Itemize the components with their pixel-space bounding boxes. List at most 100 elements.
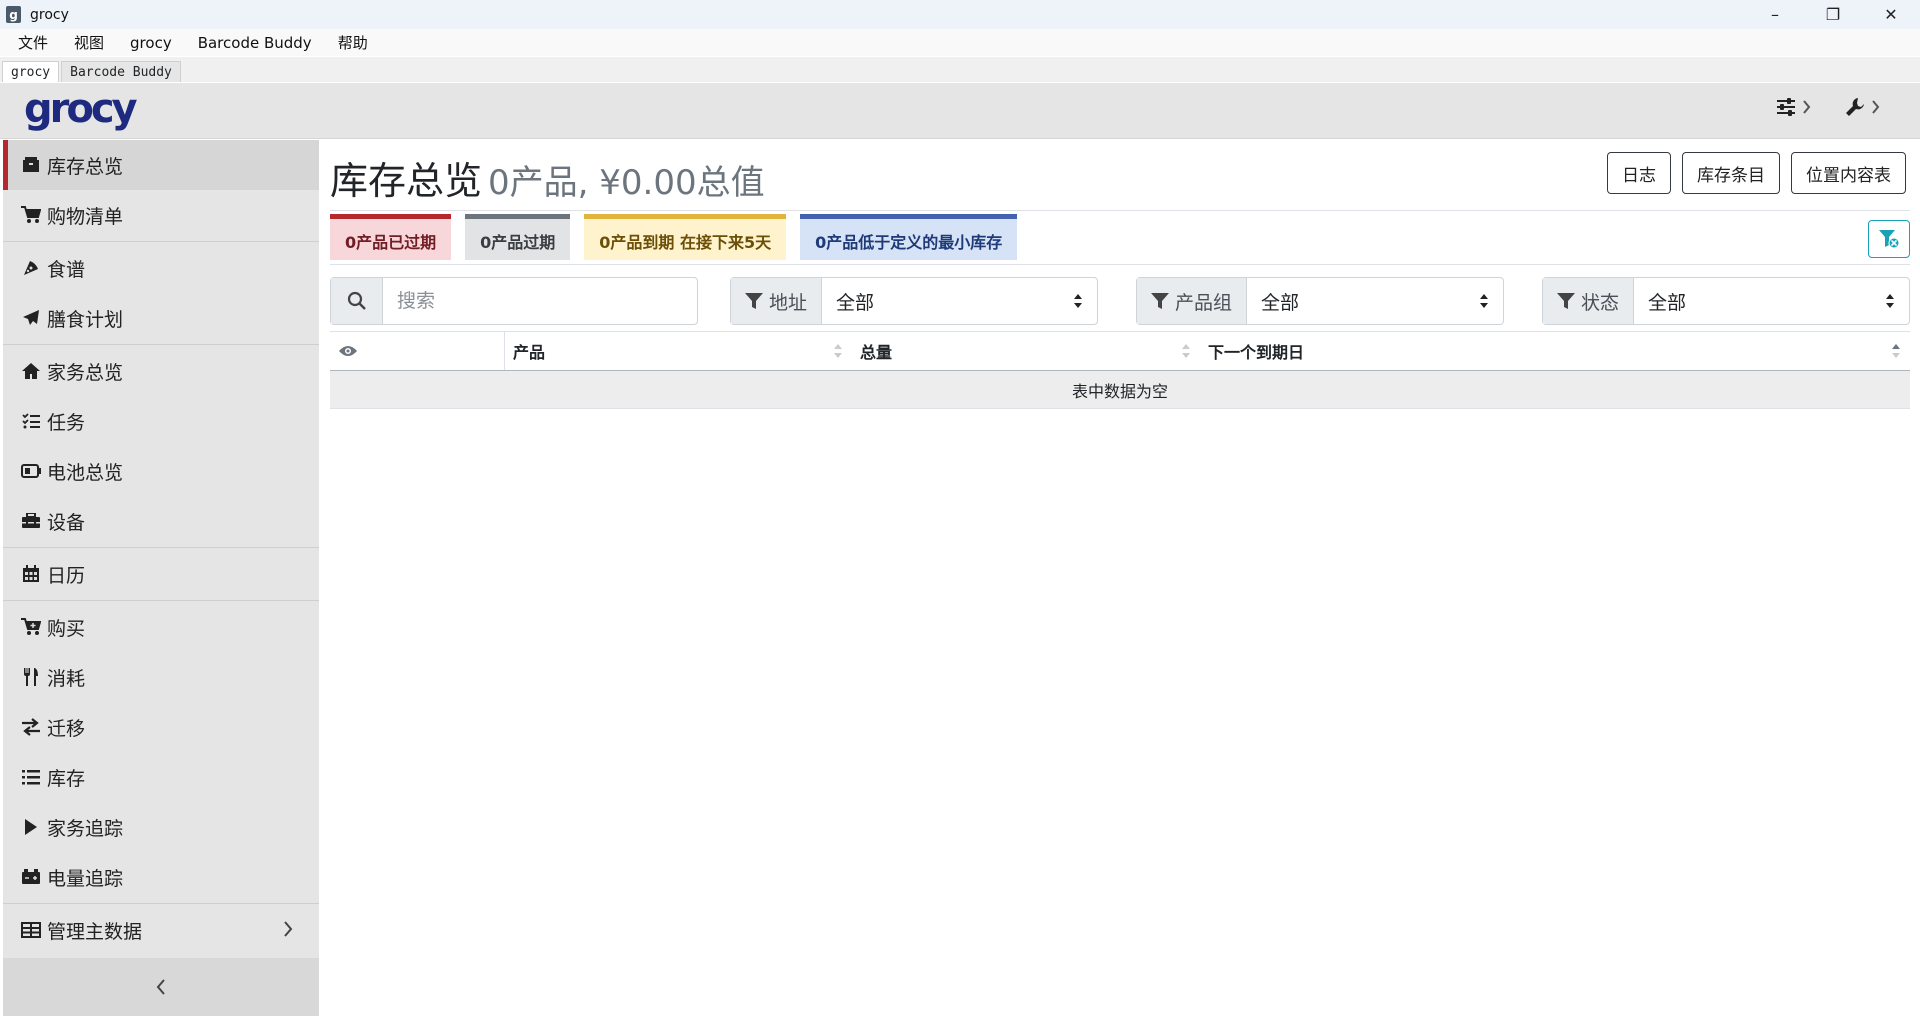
sidebar-item-meal-plan[interactable]: 膳食计划 [3,293,319,343]
stock-table: 产品 总量 下一个到期日 表中数据为空 [330,331,1910,409]
status-filter-select[interactable]: 全部 [1634,278,1909,324]
sidebar-item-shopping-list[interactable]: 购物清单 [3,190,319,240]
app-icon: g [6,6,21,23]
product-group-filter-select[interactable]: 全部 [1247,278,1503,324]
sliders-icon [1776,98,1796,116]
paper-plane-icon [19,309,43,327]
search-group [330,277,698,325]
sidebar-item-recipes[interactable]: 食谱 [3,243,319,293]
search-icon [331,278,383,324]
chevron-right-icon [1871,100,1880,114]
close-button[interactable]: ✕ [1862,0,1920,29]
battery-icon [19,464,43,478]
location-filter-select[interactable]: 全部 [822,278,1097,324]
menu-view[interactable]: 视图 [64,32,114,53]
window-title: grocy [30,6,69,23]
sidebar-item-chore-tracking[interactable]: 家务追踪 [3,802,319,852]
expired-filter-badge[interactable]: 0产品已过期 [330,214,452,260]
column-header-label: 下一个到期日 [1208,343,1305,362]
tab-grocy[interactable]: grocy [2,61,60,82]
maximize-button[interactable]: ❐ [1804,0,1862,29]
location-filter-value: 全部 [836,291,875,314]
utensils-icon [19,668,43,686]
sidebar-item-batteries-overview[interactable]: 电池总览 [3,446,319,496]
product-group-filter-value: 全部 [1261,291,1300,314]
table-header: 产品 总量 下一个到期日 [330,331,1910,371]
column-header-product[interactable]: 产品 [504,332,852,370]
filter-bar: 地址 全部 产品组 全部 状态 全部 [330,277,1910,325]
sidebar-item-inventory[interactable]: 库存 [3,752,319,802]
menu-grocy[interactable]: grocy [120,34,182,52]
clear-filter-button[interactable] [1868,220,1910,258]
status-filter-text: 状态 [1581,291,1620,314]
menubar: 文件 视图 grocy Barcode Buddy 帮助 [0,29,1920,56]
app-tabs: grocy Barcode Buddy [0,57,1920,82]
sidebar-item-label: 任务 [47,411,86,434]
sidebar-item-chores-overview[interactable]: 家务总览 [3,346,319,396]
location-filter: 地址 全部 [730,277,1098,325]
column-header-next-due-date[interactable]: 下一个到期日 [1200,332,1910,370]
empty-table-message: 表中数据为空 [1071,381,1168,401]
sort-icon [1182,343,1190,359]
sidebar-item-label: 管理主数据 [47,920,143,943]
calendar-icon [19,565,43,583]
main-content: 库存总览 0产品, ¥0.00总值 日志 库存条目 位置内容表 0产品已过期 0产… [320,140,1920,1016]
sidebar: 库存总览 购物清单 食谱 膳食计划 家务总览 任务 电池总览 设备 日历 购买 [3,140,319,1016]
status-filter: 状态 全部 [1542,277,1910,325]
play-icon [19,819,43,835]
divider [330,264,1910,265]
status-filter-value: 全部 [1648,291,1687,314]
search-input[interactable] [383,278,697,324]
stock-entries-button[interactable]: 库存条目 [1682,152,1780,194]
status-filter-label: 状态 [1543,278,1635,324]
location-content-sheet-button[interactable]: 位置内容表 [1791,152,1906,194]
overdue-filter-badge[interactable]: 0产品过期 [465,214,571,260]
chevron-right-icon [1802,100,1811,114]
wrench-icon [1845,97,1865,117]
eye-icon [338,344,358,358]
sidebar-item-purchase[interactable]: 购买 [3,602,319,652]
table-empty-row: 表中数据为空 [330,371,1910,409]
sidebar-item-transfer[interactable]: 迁移 [3,702,319,752]
below-min-stock-filter-badge[interactable]: 0产品低于定义的最小库存 [800,214,1018,260]
column-header-amount[interactable]: 总量 [852,332,1200,370]
tab-barcode-buddy[interactable]: Barcode Buddy [61,61,181,82]
sort-ascending-icon [1892,343,1900,359]
filter-icon [745,292,763,310]
settings-dropdown[interactable] [1776,98,1811,116]
sort-icon [834,343,842,359]
table-icon [19,922,43,938]
sidebar-item-label: 家务追踪 [47,817,124,840]
page-subtitle: 0产品, ¥0.00总值 [488,163,765,203]
column-visibility-toggle[interactable] [330,332,504,370]
grocy-logo[interactable]: grocy [24,86,138,132]
window-titlebar: g grocy – ❐ ✕ [0,0,1920,29]
sidebar-collapse-button[interactable] [3,958,319,1016]
menu-barcode-buddy[interactable]: Barcode Buddy [188,34,322,52]
pizza-icon [19,259,43,277]
sidebar-item-equipment[interactable]: 设备 [3,496,319,546]
due-soon-filter-badge[interactable]: 0产品到期 在接下来5天 [584,214,787,260]
sidebar-item-master-data[interactable]: 管理主数据 [3,905,319,955]
sidebar-item-calendar[interactable]: 日历 [3,549,319,599]
journal-button[interactable]: 日志 [1607,152,1671,194]
window-controls: – ❐ ✕ [1746,0,1920,29]
menu-help[interactable]: 帮助 [328,32,378,53]
sidebar-item-stock-overview[interactable]: 库存总览 [3,140,319,190]
sidebar-item-label: 食谱 [47,258,86,281]
minimize-button[interactable]: – [1746,0,1804,29]
sidebar-item-label: 迁移 [47,717,86,740]
box-icon [19,157,43,173]
location-filter-text: 地址 [769,291,808,314]
tools-dropdown[interactable] [1845,97,1880,117]
sidebar-item-tasks[interactable]: 任务 [3,396,319,446]
exchange-icon [19,718,43,736]
chevron-right-icon [283,921,293,937]
menu-file[interactable]: 文件 [8,32,58,53]
sidebar-item-label: 膳食计划 [47,308,124,331]
sidebar-item-battery-tracking[interactable]: 电量追踪 [3,852,319,902]
location-filter-label: 地址 [731,278,823,324]
sidebar-item-consume[interactable]: 消耗 [3,652,319,702]
list-icon [19,769,43,785]
sidebar-item-label: 消耗 [47,667,86,690]
